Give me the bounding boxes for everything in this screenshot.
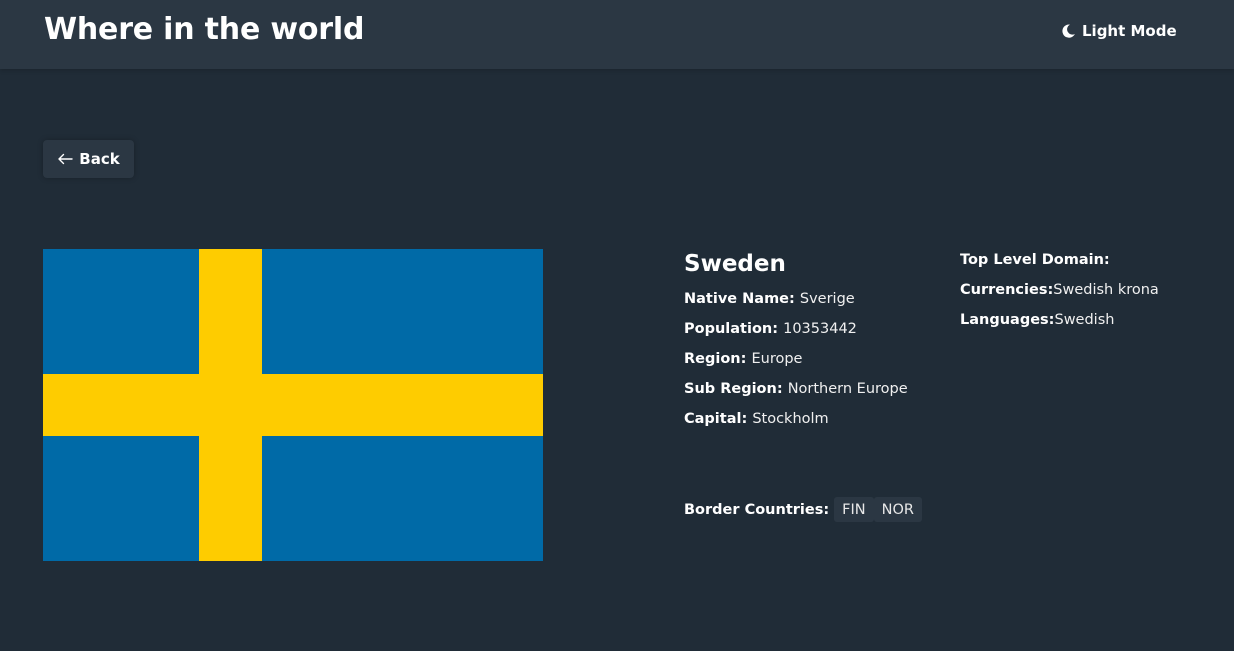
back-button[interactable]: Back	[43, 140, 134, 178]
capital-row: Capital: Stockholm	[684, 409, 908, 439]
arrow-left-icon	[57, 153, 73, 165]
sub-region-row: Sub Region: Northern Europe	[684, 379, 908, 409]
flag-cross-horizontal	[43, 374, 543, 436]
languages-row: Languages:Swedish	[960, 310, 1159, 340]
detail-value: Northern Europe	[787, 381, 908, 397]
border-countries-label: Border Countries:	[684, 501, 830, 518]
detail-value: 10353442	[783, 321, 857, 337]
border-country-chip[interactable]: FIN	[834, 497, 874, 522]
country-flag-image	[43, 249, 543, 561]
country-details-secondary: Top Level Domain: Currencies:Swedish kro…	[960, 250, 1159, 340]
app-header: Where in the world Light Mode	[0, 0, 1234, 69]
theme-toggle-label: Light Mode	[1082, 22, 1177, 40]
detail-label: Currencies:	[960, 282, 1054, 298]
region-row: Region: Europe	[684, 349, 908, 379]
detail-value: Sverige	[799, 291, 855, 307]
border-countries: Border Countries: FIN NOR	[684, 497, 922, 522]
back-button-label: Back	[79, 150, 120, 168]
detail-value: Europe	[751, 351, 803, 367]
theme-toggle-button[interactable]: Light Mode	[1061, 20, 1177, 42]
detail-label: Languages:	[960, 312, 1055, 328]
detail-label: Region:	[684, 351, 752, 367]
detail-label: Native Name:	[684, 291, 800, 307]
detail-value: Stockholm	[752, 411, 829, 427]
country-name: Sweden	[684, 251, 786, 277]
moon-icon	[1061, 23, 1076, 39]
border-country-chip[interactable]: NOR	[873, 497, 922, 522]
detail-label: Sub Region:	[684, 381, 788, 397]
app-title: Where in the world	[44, 12, 365, 47]
detail-label: Top Level Domain:	[960, 252, 1110, 268]
detail-value: Swedish	[1054, 312, 1115, 328]
detail-label: Population:	[684, 321, 784, 337]
country-details-primary: Native Name: Sverige Population: 1035344…	[684, 289, 908, 439]
top-level-domain-row: Top Level Domain:	[960, 250, 1159, 280]
detail-value: Swedish krona	[1053, 282, 1159, 298]
population-row: Population: 10353442	[684, 319, 908, 349]
detail-label: Capital:	[684, 411, 753, 427]
currencies-row: Currencies:Swedish krona	[960, 280, 1159, 310]
native-name-row: Native Name: Sverige	[684, 289, 908, 319]
